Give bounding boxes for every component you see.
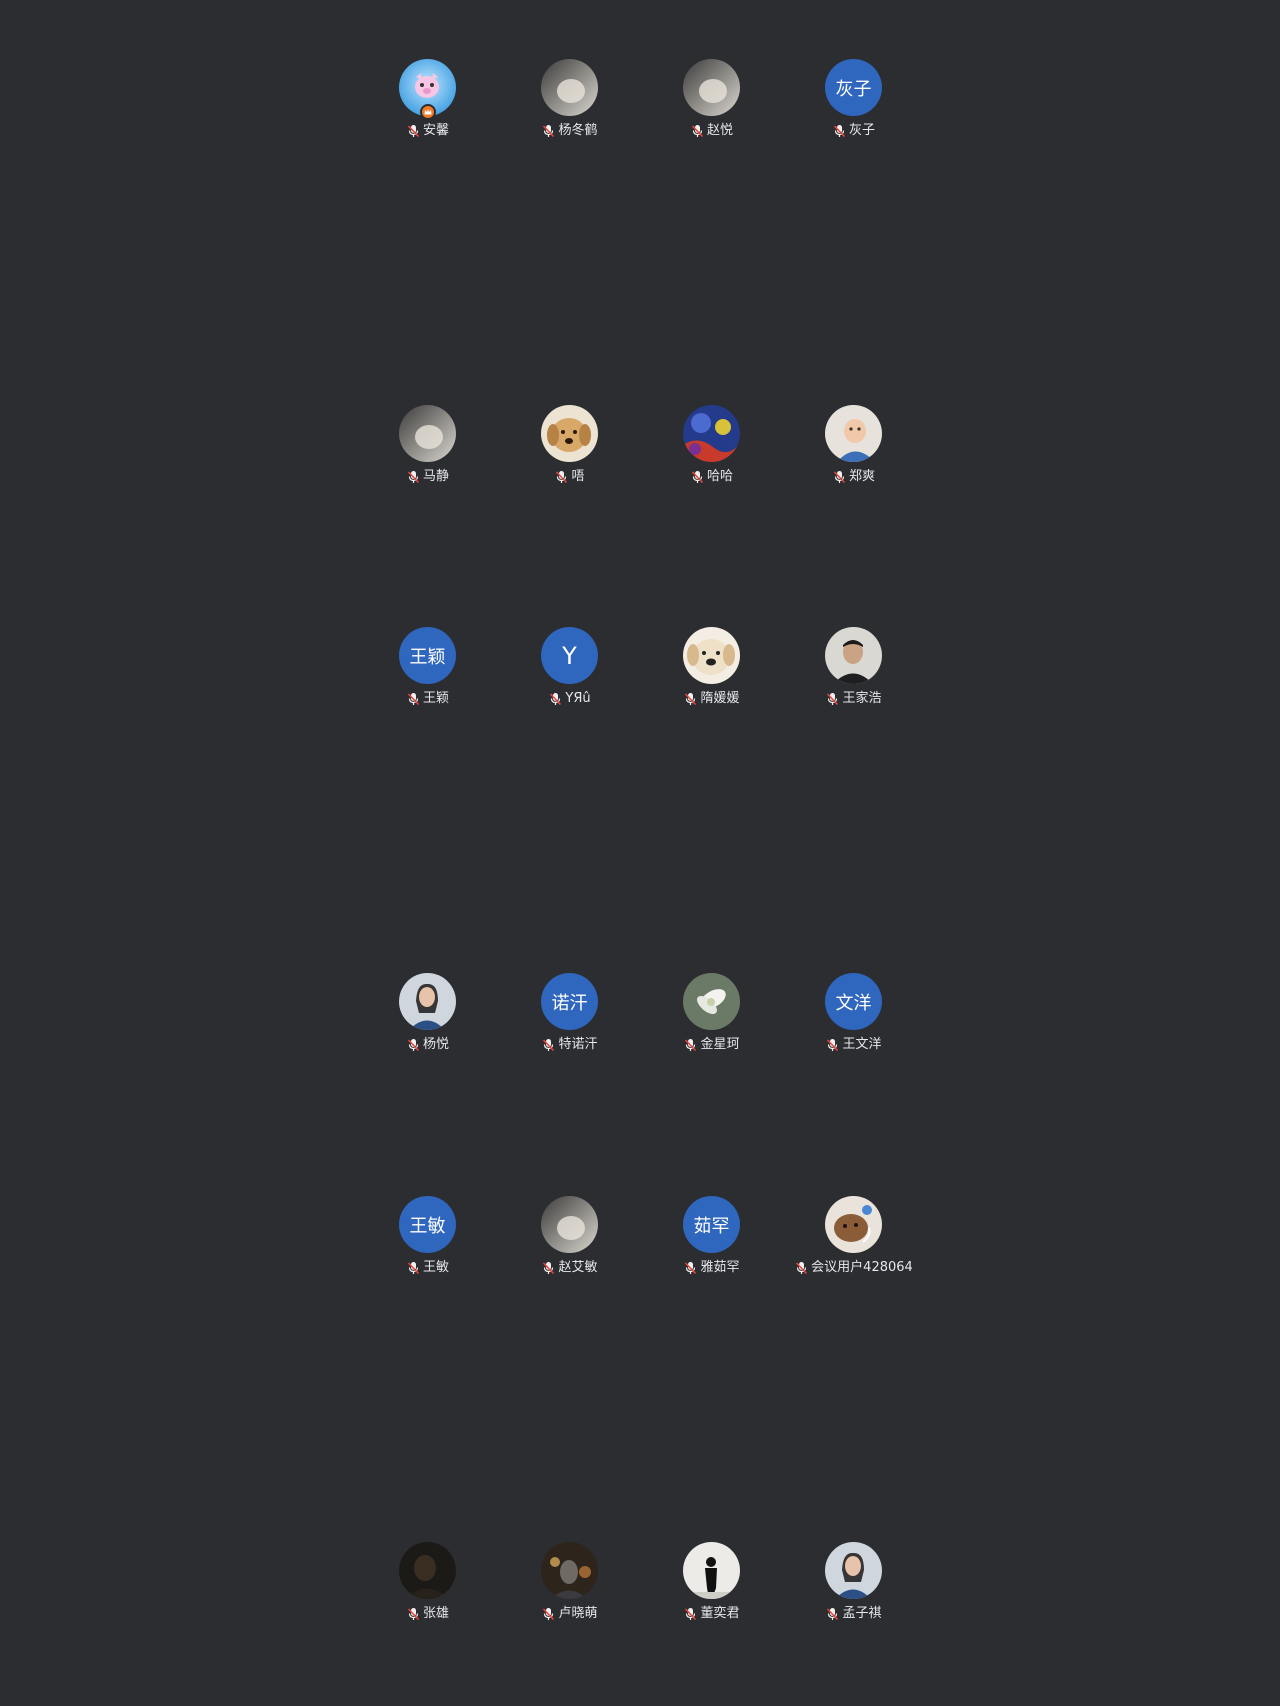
participant-name: 杨悦 [422, 1037, 449, 1052]
muted-mic-icon [407, 693, 420, 706]
participant-name: 雅茹罕 [700, 1260, 740, 1275]
participant-name: 郑爽 [848, 469, 875, 484]
participant-name: 杨冬鹤 [558, 123, 598, 138]
muted-mic-icon [685, 1262, 697, 1275]
participant-name-row: 会议用户428064 [754, 1259, 954, 1277]
dark-photo-avatar [399, 1542, 456, 1599]
muted-mic-icon [691, 125, 704, 138]
muted-mic-icon [407, 1608, 420, 1621]
silhouette-photo-avatar [683, 1542, 740, 1599]
participant-name: YЯû [565, 691, 591, 706]
muted-mic-icon [556, 471, 568, 484]
participant-name: 王文洋 [842, 1037, 882, 1052]
muted-mic-icon [685, 1039, 697, 1052]
participant-tile[interactable]: 文洋王文洋 [754, 972, 954, 1092]
muted-mic-icon [543, 125, 555, 138]
initials-avatar: 诺汗 [541, 973, 598, 1030]
participant-name: 卢晓萌 [558, 1606, 598, 1621]
host-crown-icon [424, 109, 432, 115]
participant-name: 安馨 [422, 123, 449, 138]
muted-mic-icon [691, 471, 704, 484]
muted-mic-icon [543, 1039, 555, 1052]
participant-name-row: 王家浩 [754, 690, 954, 708]
participant-name: 王家浩 [842, 691, 882, 706]
participant-name: 会议用户428064 [811, 1260, 913, 1275]
participant-name: 王敏 [422, 1260, 449, 1275]
participant-name: 马静 [422, 469, 449, 484]
photo-avatar [399, 405, 456, 462]
participant-name: 金星珂 [700, 1037, 740, 1052]
muted-mic-icon [407, 1039, 420, 1052]
muted-mic-icon [685, 1608, 697, 1621]
photo-avatar [541, 1196, 598, 1253]
participant-name: 张雄 [422, 1606, 449, 1621]
initials-avatar: 王颖 [399, 627, 456, 684]
dog-photo-avatar [541, 405, 598, 462]
host-badge [420, 104, 436, 120]
participant-grid: 安馨 杨冬鹤 赵悦 灰子 灰子 马静唔哈哈 郑爽 王颖 王颖 Y YЯû 隋媛媛 王家浩 杨悦 诺汗 特诺汗金… [0, 0, 1280, 1706]
participant-tile[interactable]: 会议用户428064 [754, 1195, 954, 1315]
participant-name-row: 王文洋 [754, 1036, 954, 1054]
participant-tile[interactable]: 王家浩 [754, 626, 954, 746]
initials-avatar: 王敏 [399, 1196, 456, 1253]
woman-photo-avatar [825, 1542, 882, 1599]
participant-tile[interactable]: 孟子祺 [754, 1541, 954, 1661]
muted-mic-icon [833, 125, 846, 138]
muted-mic-icon [827, 693, 839, 706]
baby-photo-avatar [825, 405, 882, 462]
initials-avatar: 茹罕 [683, 1196, 740, 1253]
puppy-photo-avatar [683, 627, 740, 684]
participant-name: 董奕君 [700, 1606, 740, 1621]
muted-mic-icon [543, 1262, 555, 1275]
participant-name-row: 孟子祺 [754, 1605, 954, 1623]
participant-name: 孟子祺 [842, 1606, 882, 1621]
participant-name: 唔 [571, 469, 585, 484]
initials-avatar: 灰子 [825, 59, 882, 116]
participant-name-row: 郑爽 [754, 468, 954, 486]
photo-avatar [541, 59, 598, 116]
starry-painting-avatar [683, 405, 740, 462]
muted-mic-icon [543, 1608, 555, 1621]
photo-avatar [683, 59, 740, 116]
muted-mic-icon [407, 1262, 420, 1275]
participant-name: 王颖 [422, 691, 449, 706]
participant-name: 隋媛媛 [700, 691, 740, 706]
participant-name: 灰子 [848, 123, 875, 138]
muted-mic-icon [796, 1262, 808, 1275]
muted-mic-icon [827, 1039, 839, 1052]
muted-mic-icon [827, 1608, 839, 1621]
participant-name: 赵艾敏 [558, 1260, 598, 1275]
muted-mic-icon [407, 471, 420, 484]
participant-name: 特诺汗 [558, 1037, 598, 1052]
participant-tile[interactable]: 灰子 灰子 [754, 58, 954, 178]
man-photo-avatar [825, 627, 882, 684]
muted-mic-icon [685, 693, 697, 706]
muted-mic-icon [407, 125, 420, 138]
initials-avatar: Y [541, 627, 598, 684]
participant-name-row: 灰子 [754, 122, 954, 140]
pet-photo-avatar [825, 1196, 882, 1253]
participant-name: 赵悦 [706, 123, 733, 138]
participant-tile[interactable]: 郑爽 [754, 404, 954, 524]
muted-mic-icon [833, 471, 846, 484]
night-photo-avatar [541, 1542, 598, 1599]
initials-avatar: 文洋 [825, 973, 882, 1030]
woman-photo-avatar [399, 973, 456, 1030]
muted-mic-icon [550, 693, 562, 706]
participant-name: 哈哈 [706, 469, 733, 484]
flower-photo-avatar [683, 973, 740, 1030]
